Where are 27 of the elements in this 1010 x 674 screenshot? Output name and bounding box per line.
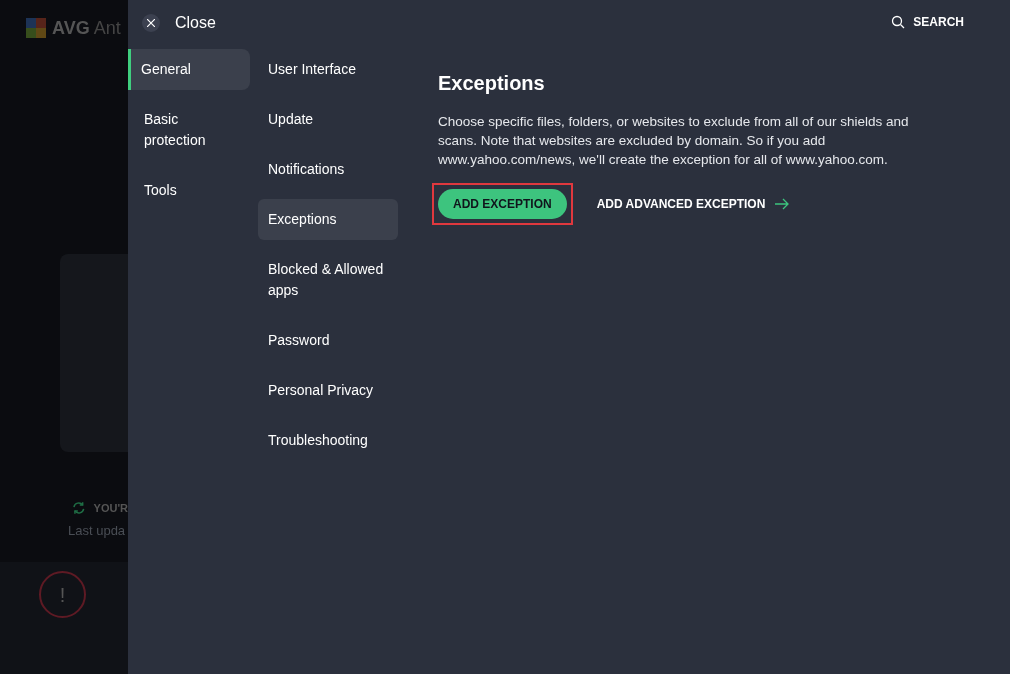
alert-icon: ! — [39, 571, 86, 618]
subcategory-item[interactable]: Update — [258, 99, 398, 140]
add-advanced-exception-link[interactable]: ADD ADVANCED EXCEPTION — [596, 195, 790, 213]
category-item[interactable]: Tools — [128, 170, 250, 211]
last-update-text: Last upda — [68, 521, 127, 540]
subcategory-item[interactable]: Password — [258, 320, 398, 361]
section-description: Choose specific files, folders, or websites to exclude from all of our shields and scans. Note that websites are excluded by domain. So if you add www.yahoo.com/news, we'll create the exception for all of www.yahoo.com. — [438, 113, 910, 169]
arrow-right-icon — [775, 198, 790, 210]
subcategory-item[interactable]: Exceptions — [258, 199, 398, 240]
logo-text: AVG — [52, 16, 90, 40]
category-item[interactable]: General — [128, 49, 250, 90]
close-button[interactable]: Close — [142, 11, 216, 35]
search-button[interactable]: SEARCH — [891, 13, 964, 31]
category-item[interactable]: Basic protection — [128, 99, 250, 161]
subcategory-item[interactable]: User Interface — [258, 49, 398, 90]
refresh-icon — [72, 501, 86, 516]
logo-icon — [24, 16, 48, 40]
subcategory-item[interactable]: Personal Privacy — [258, 370, 398, 411]
search-icon — [891, 15, 906, 29]
subcategory-item[interactable]: Blocked & Allowed apps — [258, 249, 398, 311]
subcategory-item[interactable]: Notifications — [258, 149, 398, 190]
app-name: Ant — [93, 16, 121, 40]
section-title: Exceptions — [438, 71, 546, 96]
close-icon — [142, 14, 160, 32]
status-text: YOU'R — [93, 501, 128, 516]
add-exception-button[interactable]: ADD EXCEPTION — [438, 189, 567, 219]
subcategory-item[interactable]: Troubleshooting — [258, 420, 398, 461]
